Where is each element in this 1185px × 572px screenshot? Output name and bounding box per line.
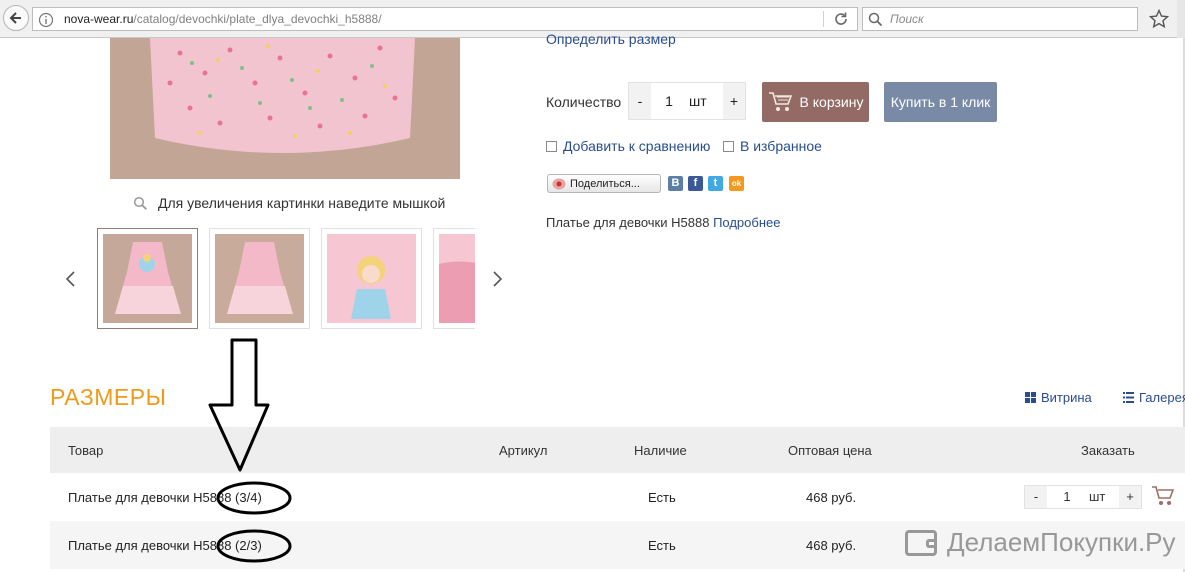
view-gallery-label: Галерея (1139, 390, 1185, 405)
quantity-label: Количество (546, 94, 622, 110)
search-icon (868, 12, 883, 27)
grid-icon (1025, 392, 1036, 403)
cart-icon (768, 92, 792, 111)
row-product-name[interactable]: Платье для девочки H5888 (3/4) (68, 490, 262, 505)
watermark-text: ДелаемПокупки.Ру (947, 527, 1176, 557)
thumbnail-1[interactable] (97, 228, 198, 329)
odnoklassniki-icon[interactable]: ok (729, 176, 744, 191)
compare-label[interactable]: Добавить к сравнению (563, 138, 710, 154)
view-vitrina-toggle[interactable]: Витрина (1025, 390, 1092, 405)
chevron-right-icon[interactable] (490, 270, 504, 288)
quantity-stepper: - 1 шт + (628, 82, 746, 120)
favorite-option[interactable]: В избранное (723, 138, 822, 154)
compare-checkbox[interactable] (546, 140, 557, 152)
row-quantity-minus-button[interactable]: - (1025, 486, 1047, 508)
bookmark-star-icon[interactable] (1149, 9, 1169, 29)
zoom-hint-text: Для увеличения картинки наведите мышкой (158, 195, 446, 211)
thumbnail-carousel (97, 228, 475, 329)
more-link[interactable]: Подробнее (713, 215, 780, 230)
column-header-order: Заказать (1081, 443, 1135, 458)
row-quantity-unit: шт (1089, 489, 1106, 504)
row-stock: Есть (648, 490, 676, 505)
view-vitrina-label: Витрина (1041, 390, 1092, 405)
compare-option[interactable]: Добавить к сравнению (546, 138, 710, 154)
search-placeholder: Поиск (890, 12, 924, 26)
arrow-left-icon (9, 12, 21, 24)
favorite-checkbox[interactable] (723, 140, 734, 152)
thumbnail-image (215, 234, 304, 323)
size-link[interactable]: Определить размер (546, 31, 676, 47)
add-to-cart-button[interactable]: В корзину (762, 82, 869, 122)
product-name: Платье для девочки H5888 (546, 215, 710, 230)
row-product-name[interactable]: Платье для девочки H5888 (2/3) (68, 538, 262, 553)
magnifier-icon (133, 196, 147, 210)
table-row: Платье для девочки H5888 (3/4) Есть 468 … (50, 473, 1185, 521)
watermark: ДелаемПокупки.Ру (905, 527, 1176, 558)
share-icon (552, 178, 566, 189)
sizes-title: РАЗМЕРЫ (50, 384, 167, 410)
zoom-hint: Для увеличения картинки наведите мышкой (133, 195, 445, 211)
facebook-icon[interactable]: f (688, 176, 703, 191)
url-text: nova-wear.ru/catalog/devochki/plate_dlya… (64, 12, 382, 26)
thumbnail-image (439, 234, 475, 323)
quantity-plus-button[interactable]: + (723, 83, 745, 119)
row-price: 468 руб. (806, 538, 857, 553)
url-host: nova-wear.ru (64, 12, 134, 26)
share-label: Поделиться... (570, 177, 640, 190)
twitter-icon[interactable]: t (708, 176, 723, 191)
favorite-label[interactable]: В избранное (740, 138, 822, 154)
share-button[interactable]: Поделиться... (547, 174, 661, 193)
buy-one-click-button[interactable]: Купить в 1 клик (884, 82, 997, 122)
info-icon (38, 12, 54, 28)
row-quantity-input[interactable]: 1 (1047, 486, 1087, 508)
row-quantity-plus-button[interactable]: + (1119, 486, 1141, 508)
row-price: 468 руб. (806, 490, 857, 505)
add-to-cart-label: В корзину (799, 94, 864, 110)
row-quantity-stepper: - 1 шт + (1024, 485, 1142, 509)
url-divider (823, 11, 824, 27)
back-button[interactable] (3, 5, 29, 31)
column-header-stock: Наличие (634, 443, 687, 458)
view-gallery-toggle[interactable]: Галерея (1123, 390, 1185, 405)
reload-icon[interactable] (833, 11, 849, 27)
column-header-price: Оптовая цена (788, 443, 872, 458)
row-stock: Есть (648, 538, 676, 553)
product-description: Платье для девочки H5888 Подробнее (546, 215, 780, 230)
scrollbar[interactable] (1177, 0, 1185, 38)
dress-skirt-image (110, 38, 460, 179)
thumbnail-image (103, 234, 192, 323)
url-path: /catalog/devochki/plate_dlya_devochki_h5… (133, 12, 382, 26)
thumbnail-3[interactable] (321, 228, 422, 329)
thumbnail-image (327, 234, 416, 323)
product-main-image[interactable] (110, 38, 460, 179)
wallet-icon (905, 529, 937, 556)
thumbnail-4[interactable] (433, 228, 475, 329)
column-header-sku: Артикул (499, 443, 548, 458)
column-header-product: Товар (68, 443, 104, 458)
sizes-table-header: Товар Артикул Наличие Оптовая цена Заказ… (50, 427, 1185, 473)
chevron-left-icon[interactable] (64, 270, 78, 288)
quantity-minus-button[interactable]: - (629, 83, 651, 119)
browser-search[interactable]: Поиск (862, 7, 1138, 31)
vk-icon[interactable]: В (668, 176, 683, 191)
cart-icon[interactable] (1151, 485, 1175, 507)
thumbnail-2[interactable] (209, 228, 310, 329)
quantity-unit: шт (689, 93, 707, 109)
quantity-input[interactable]: 1 (651, 83, 687, 119)
list-icon (1123, 392, 1134, 403)
address-bar[interactable]: nova-wear.ru/catalog/devochki/plate_dlya… (32, 7, 858, 31)
